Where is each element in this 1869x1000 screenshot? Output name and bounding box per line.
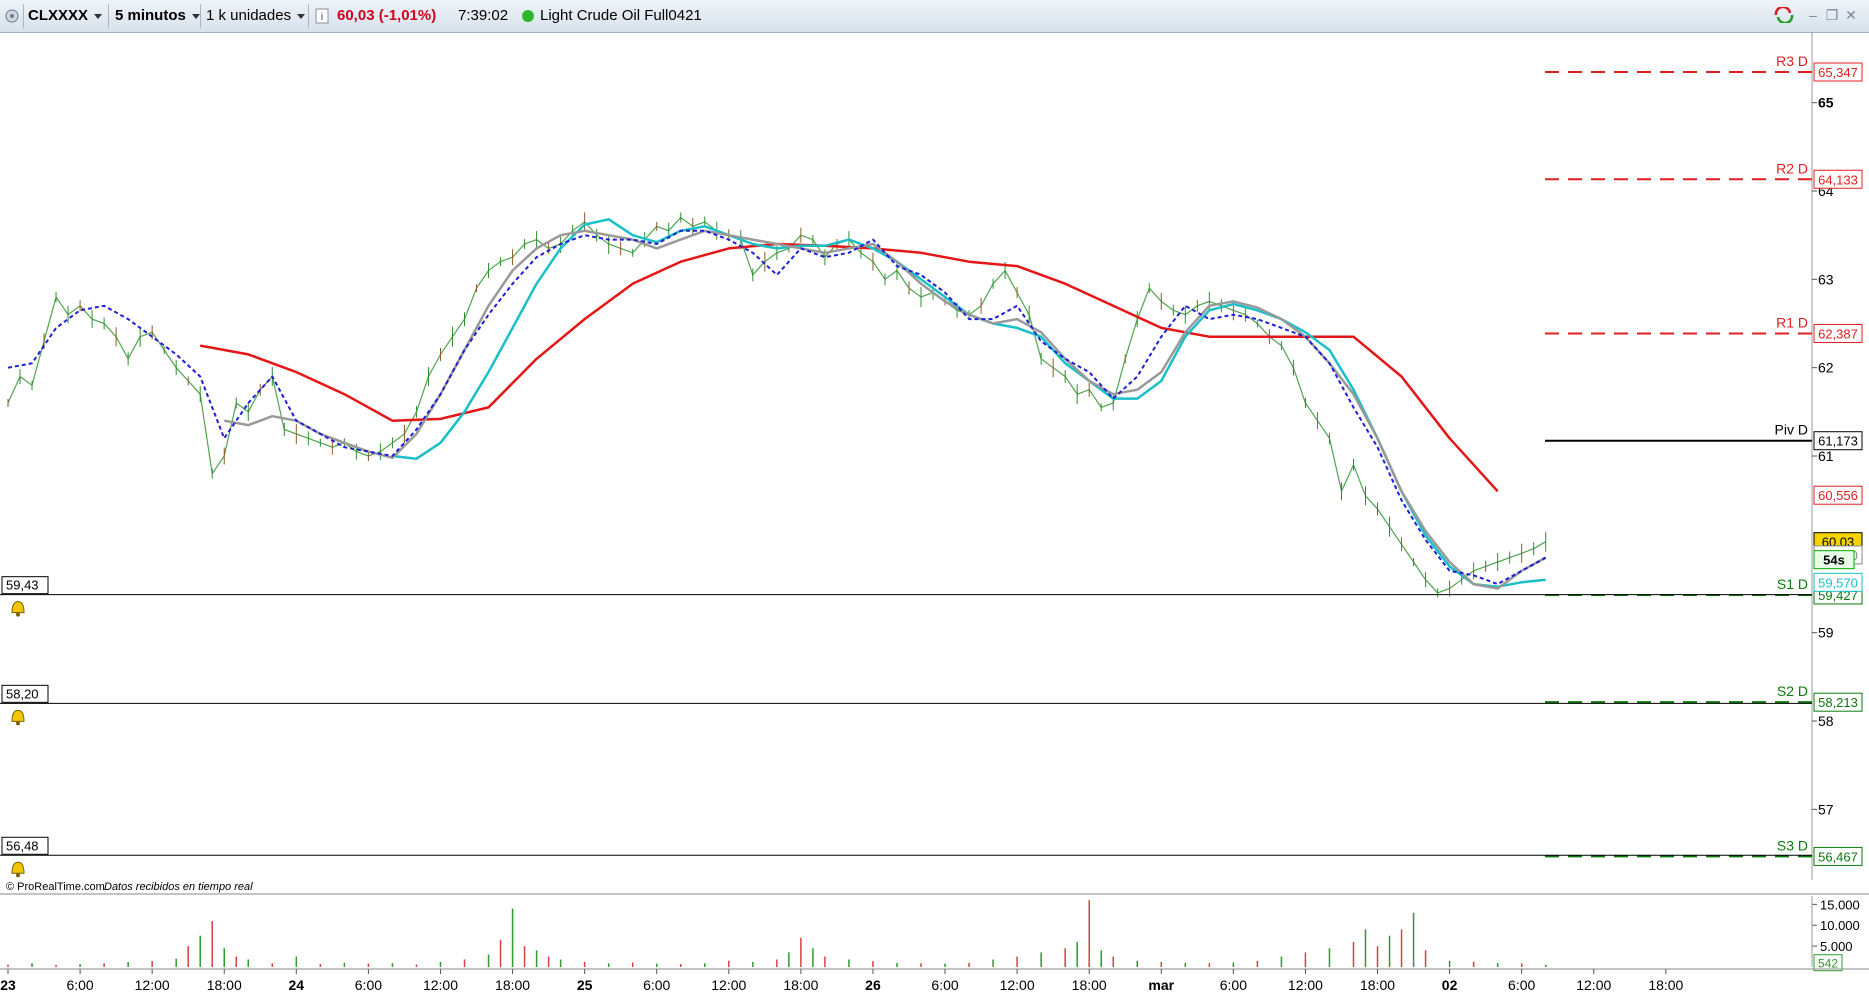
bell-icon[interactable] — [11, 709, 25, 726]
chart-toolbar: CLXXXX 5 minutos 1 k unidades i 60,03 (-… — [0, 0, 1869, 33]
volume-tick-label: 15.000 — [1820, 897, 1860, 912]
alert-price-label: 58,20 — [6, 686, 39, 701]
units-label: 1 k unidades — [206, 7, 292, 24]
volume-panel: 5.00010.00015.000542 — [0, 893, 1869, 972]
time-tick-label: 26 — [865, 977, 881, 993]
price-tick-label: 63 — [1818, 271, 1834, 287]
units-selector[interactable]: 1 k unidades — [206, 4, 306, 28]
time-tick-label: 25 — [577, 977, 593, 993]
alert-price-label: 59,43 — [6, 578, 39, 593]
time-tick-label: 12:00 — [1288, 977, 1323, 993]
time-tick-label: 6:00 — [355, 977, 382, 993]
price-alerts[interactable]: 59,43 58,20 56,48 — [0, 576, 1812, 878]
bell-clapper — [16, 612, 20, 617]
time-tick-label: 18:00 — [1360, 977, 1395, 993]
price-series — [7, 212, 1547, 598]
time-tick-label: 18:00 — [783, 977, 818, 993]
time-tick-label: 02 — [1442, 977, 1458, 993]
timeframe-selector[interactable]: 5 minutos — [115, 4, 200, 28]
pivot-value-label: 65,347 — [1818, 65, 1858, 80]
price-axis: 5758596162636465 — [1811, 32, 1834, 880]
price-tag-label: 59,570 — [1818, 575, 1858, 590]
settings-icon[interactable] — [4, 4, 20, 28]
countdown-label: 54s — [1823, 553, 1845, 568]
close-icon[interactable]: ✕ — [1843, 7, 1859, 23]
indicator-line — [7, 229, 1547, 586]
pivot-name: Piv D — [1775, 422, 1808, 438]
time-tick-label: 6:00 — [1220, 977, 1247, 993]
price-chart[interactable]: 5758596162636465 R3 D65,347R2 D64,133R1 … — [0, 32, 1869, 1000]
price-change: 60,03 (-1,01%) — [337, 7, 437, 24]
time-axis: 23 6:00 12:00 18:00 24 6:00 12:00 18:00 25 6:00 12… — [0, 968, 1869, 993]
price-tag-label: 60,556 — [1818, 488, 1858, 503]
svg-text:i: i — [321, 12, 323, 23]
time-tick-label: 18:00 — [495, 977, 530, 993]
time-tick-label: 12:00 — [135, 977, 170, 993]
price-tick-label: 58 — [1818, 713, 1834, 729]
bell-body — [11, 601, 25, 614]
time-tick-label: 24 — [289, 977, 305, 993]
price-tick-label: 65 — [1818, 95, 1834, 111]
time-tick-label: 6:00 — [643, 977, 670, 993]
time-tick-label: 12:00 — [1000, 977, 1035, 993]
chevron-down-icon — [297, 13, 306, 19]
bell-icon[interactable] — [11, 861, 25, 878]
time-tick-label: 12:00 — [1576, 977, 1611, 993]
volume-tick-label: 5.000 — [1820, 939, 1853, 954]
brand-label: © ProRealTime.com — [6, 881, 105, 893]
pivot-name: S1 D — [1777, 576, 1808, 592]
refresh-icon[interactable] — [1773, 5, 1794, 25]
pivot-value-label: 61,173 — [1818, 434, 1858, 449]
price-tick-label: 59 — [1818, 625, 1834, 641]
pivot-value-label: 62,387 — [1818, 326, 1858, 341]
bell-icon[interactable] — [11, 601, 25, 617]
pivot-name: S2 D — [1777, 683, 1808, 699]
bell-clapper — [16, 873, 20, 878]
symbol-selector[interactable]: CLXXXX — [28, 4, 103, 28]
status-dot-icon — [521, 4, 535, 28]
pivot-value-label: 58,213 — [1818, 695, 1858, 710]
clock-time: 7:39:02 — [458, 7, 509, 24]
bell-clapper — [16, 721, 20, 726]
time-tick-label: mar — [1148, 977, 1174, 993]
time-tick-label: 6:00 — [1508, 977, 1535, 993]
restore-icon[interactable]: ❐ — [1824, 7, 1840, 23]
chevron-down-icon — [94, 13, 103, 19]
indicator-line — [392, 218, 1546, 588]
pivot-value-label: 64,133 — [1818, 172, 1858, 187]
time-tick-label: 12:00 — [711, 977, 746, 993]
price-tick-label: 61 — [1818, 448, 1834, 464]
symbol-label: CLXXXX — [28, 7, 89, 24]
time-tick-label: 23 — [0, 977, 16, 993]
chevron-down-icon — [191, 13, 200, 19]
pivot-value-label: 56,467 — [1818, 849, 1858, 864]
pivot-name: S3 D — [1777, 837, 1808, 853]
indicator-series — [7, 218, 1547, 590]
volume-tick-label: 10.000 — [1820, 918, 1860, 933]
pivot-name: R3 D — [1776, 53, 1808, 69]
info-icon[interactable]: i — [315, 4, 329, 28]
time-tick-label: 18:00 — [207, 977, 242, 993]
alert-price-label: 56,48 — [6, 838, 39, 853]
time-tick-label: 6:00 — [931, 977, 958, 993]
instrument-name: Light Crude Oil Full0421 — [540, 7, 702, 24]
minimize-icon[interactable]: – — [1805, 7, 1821, 23]
bell-body — [11, 861, 25, 874]
pivot-name: R1 D — [1776, 314, 1808, 330]
price-tick-label: 57 — [1818, 801, 1834, 817]
time-tick-label: 12:00 — [423, 977, 458, 993]
price-tags: 60,55660,0359,88059,57054s — [1813, 485, 1863, 592]
pivot-levels: R3 D 65,347 R2 D 64,133 R1 D 62,387 Piv D 61,17… — [1545, 53, 1863, 866]
timeframe-label: 5 minutos — [115, 7, 186, 24]
time-tick-label: 6:00 — [66, 977, 93, 993]
bell-body — [11, 709, 25, 722]
time-tick-label: 18:00 — [1648, 977, 1683, 993]
price-tick-label: 62 — [1818, 360, 1834, 376]
realtime-label: Datos recibidos en tiempo real — [104, 881, 253, 893]
time-tick-label: 18:00 — [1072, 977, 1107, 993]
pivot-name: R2 D — [1776, 160, 1808, 176]
